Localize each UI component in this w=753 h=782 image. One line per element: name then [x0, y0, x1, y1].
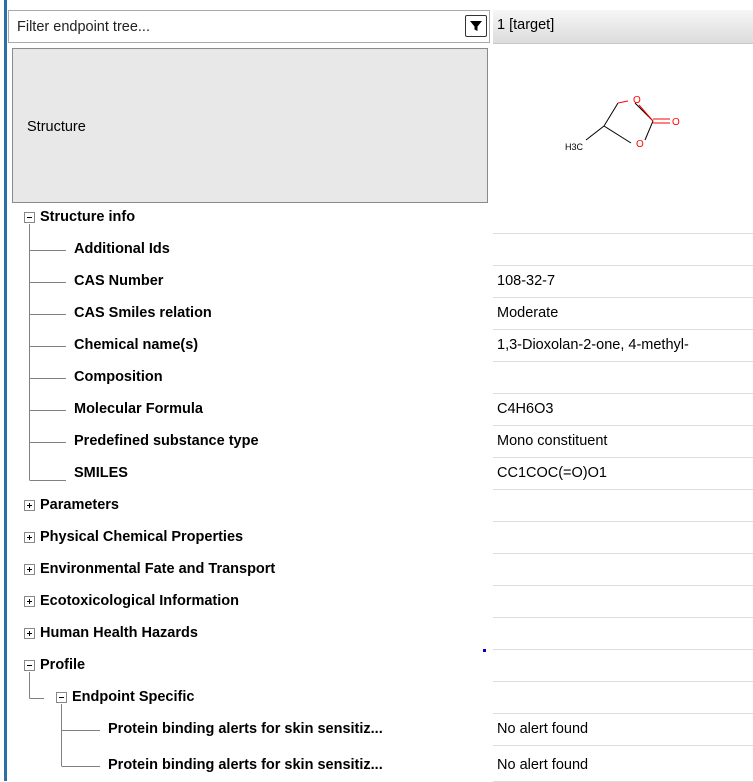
- atom-label-o3: O: [636, 139, 644, 150]
- molecule-structure-image: O O O H3C: [493, 46, 753, 204]
- tree-row-label: Protein binding alerts for skin sensitiz…: [108, 757, 383, 773]
- column-header-label: 1 [target]: [497, 17, 555, 33]
- tree-row-parameters[interactable]: Parameters: [8, 490, 753, 522]
- tree-row-label: Structure info: [40, 209, 136, 225]
- atom-label-methyl: H3C: [565, 142, 584, 152]
- tree-row-additional-ids[interactable]: Additional Ids: [8, 234, 753, 266]
- tree-row-structure-info[interactable]: Structure info: [8, 202, 753, 234]
- tree-row-molecular-formula[interactable]: Molecular Formula C4H6O3: [8, 394, 753, 426]
- tree-row-label: CAS Smiles relation: [74, 305, 212, 321]
- tree-row-label: Profile: [40, 657, 86, 673]
- tree-row-cas-number[interactable]: CAS Number 108-32-7: [8, 266, 753, 298]
- tree-row-value: No alert found: [497, 757, 589, 773]
- tree-row-label: Endpoint Specific: [72, 689, 195, 705]
- tree-row-value: 1,3-Dioxolan-2-one, 4-methyl-: [497, 337, 689, 353]
- tree-row-physical-chemical-properties[interactable]: Physical Chemical Properties: [8, 522, 753, 554]
- tree-row-chemical-names[interactable]: Chemical name(s) 1,3-Dioxolan-2-one, 4-m…: [8, 330, 753, 362]
- tree-row-protein-binding-alerts-1[interactable]: Protein binding alerts for skin sensitiz…: [8, 714, 753, 746]
- column-header-target[interactable]: 1 [target]: [493, 10, 753, 44]
- structure-label: Structure: [27, 119, 86, 135]
- atom-label-o2: O: [672, 117, 680, 128]
- expand-icon[interactable]: [24, 564, 35, 575]
- tree-row-value: 108-32-7: [497, 273, 556, 289]
- funnel-icon: [470, 21, 482, 31]
- tree-row-substance-type[interactable]: Predefined substance type Mono constitue…: [8, 426, 753, 458]
- atom-label-o1: O: [633, 95, 641, 106]
- structure-row-header[interactable]: Structure: [12, 48, 488, 203]
- collapse-icon[interactable]: [56, 692, 67, 703]
- expand-icon[interactable]: [24, 532, 35, 543]
- left-edge-bar: [0, 0, 8, 781]
- tree-row-value: No alert found: [497, 721, 589, 737]
- tree-row-label: Environmental Fate and Transport: [40, 561, 276, 577]
- tree-row-label: Chemical name(s): [74, 337, 199, 353]
- tree-row-label: CAS Number: [74, 273, 164, 289]
- collapse-icon[interactable]: [24, 212, 35, 223]
- tree-row-cas-smiles-relation[interactable]: CAS Smiles relation Moderate: [8, 298, 753, 330]
- collapse-icon[interactable]: [24, 660, 35, 671]
- tree-row-value: Mono constituent: [497, 433, 608, 449]
- tree-row-value: CC1COC(=O)O1: [497, 465, 607, 481]
- tree-row-endpoint-specific[interactable]: Endpoint Specific: [8, 682, 753, 714]
- tree-row-environmental-fate[interactable]: Environmental Fate and Transport: [8, 554, 753, 586]
- tree-row-label: Predefined substance type: [74, 433, 259, 449]
- tree-row-value: Moderate: [497, 305, 559, 321]
- tree-row-label: Protein binding alerts for skin sensitiz…: [108, 721, 383, 737]
- tree-row-label: Composition: [74, 369, 163, 385]
- expand-icon[interactable]: [24, 596, 35, 607]
- filter-funnel-button[interactable]: [465, 15, 487, 37]
- tree-row-value: C4H6O3: [497, 401, 554, 417]
- tree-row-label: Human Health Hazards: [40, 625, 198, 641]
- tree-row-label: Molecular Formula: [74, 401, 203, 417]
- filter-input[interactable]: [15, 18, 449, 36]
- tree-row-composition[interactable]: Composition: [8, 362, 753, 394]
- tree-row-label: Parameters: [40, 497, 119, 513]
- tree-row-label: SMILES: [74, 465, 128, 481]
- tree-row-human-health-hazards[interactable]: Human Health Hazards: [8, 618, 753, 650]
- tree-row-smiles[interactable]: SMILES CC1COC(=O)O1: [8, 458, 753, 490]
- filter-box[interactable]: [8, 10, 490, 43]
- tree-row-profile[interactable]: Profile: [8, 650, 753, 682]
- tree-row-label: Additional Ids: [74, 241, 170, 257]
- resize-marker: [483, 649, 486, 652]
- tree-row-label: Physical Chemical Properties: [40, 529, 244, 545]
- expand-icon[interactable]: [24, 500, 35, 511]
- expand-icon[interactable]: [24, 628, 35, 639]
- tree-row-protein-binding-alerts-2[interactable]: Protein binding alerts for skin sensitiz…: [8, 750, 753, 782]
- tree-row-label: Ecotoxicological Information: [40, 593, 239, 609]
- tree-row-ecotoxicological-information[interactable]: Ecotoxicological Information: [8, 586, 753, 618]
